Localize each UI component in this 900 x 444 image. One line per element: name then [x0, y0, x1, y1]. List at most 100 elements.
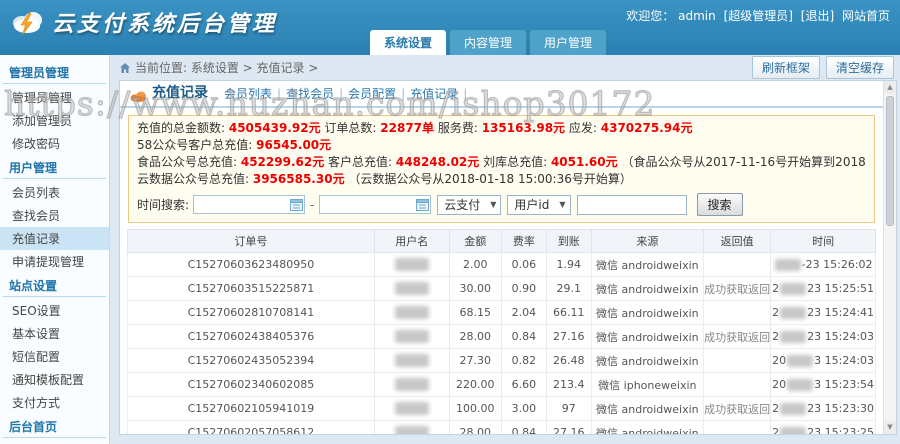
sidebar-item[interactable]: 后台首页: [0, 440, 109, 444]
vertical-scrollbar[interactable]: ▲ ▼: [883, 81, 896, 434]
username-cell: [373, 276, 450, 301]
scrollbar-thumb[interactable]: [886, 96, 894, 226]
sidebar-item[interactable]: 基本设置: [0, 322, 109, 345]
sidebar-item[interactable]: 添加管理员: [0, 109, 109, 132]
rate-cell: 3.00: [500, 396, 547, 421]
received-cell: 66.11: [545, 300, 592, 325]
received-cell: 213.4: [545, 372, 592, 397]
sidebar-item[interactable]: 会员列表: [0, 181, 109, 204]
redacted-username: [394, 306, 429, 320]
stat-label: 订单总数:: [320, 121, 381, 135]
current-username: admin: [678, 9, 716, 23]
redacted-username: [394, 258, 429, 272]
sidebar-item[interactable]: 管理员管理: [0, 86, 109, 109]
notice-line: 58公众号客户总充值: 96545.00元: [137, 137, 866, 154]
username-cell: [373, 372, 450, 397]
redacted-username: [394, 378, 429, 392]
username-cell: [373, 348, 450, 373]
nav-tab[interactable]: 内容管理: [450, 30, 527, 55]
sidebar-item[interactable]: 查找会员: [0, 204, 109, 227]
time-suffix: 23 15:25:51: [807, 282, 875, 295]
stat-value: 22877单: [380, 121, 435, 135]
date-from-input[interactable]: [192, 195, 305, 214]
received-cell: 26.48: [545, 348, 592, 373]
source-cell: 微信 androidweixin: [590, 348, 704, 373]
search-field-select[interactable]: 用户id ▼: [507, 194, 571, 215]
column-header: 用户名: [373, 229, 450, 253]
separator: |: [339, 86, 344, 101]
table-row: C15270603623480950 2.00 0.06 1.94 微信 android…: [127, 252, 876, 277]
sidebar-item[interactable]: 短信配置: [0, 345, 109, 368]
source-cell: 微信 androidweixin: [590, 276, 704, 301]
time-cell: -23 15:26:02: [770, 252, 876, 277]
time-prefix: 2: [772, 330, 780, 343]
sidebar-item[interactable]: 申请提现管理: [0, 250, 109, 273]
sub-link[interactable]: 会员列表: [224, 85, 272, 102]
source-cell: 微信 androidweixin: [590, 252, 704, 277]
stat-label: 云数据公众号总充值:: [137, 172, 253, 186]
calendar-icon[interactable]: [289, 198, 303, 211]
nav-tab[interactable]: 系统设置: [370, 30, 447, 55]
content-panel: 充值记录 会员列表 | 查找会员 | 会员配置 | 充值记录 | 充值的总金额数: 45054…: [119, 80, 897, 435]
stat-label: （云数据公众号从2018-01-18 15:00:36号开始算）: [344, 172, 632, 186]
order-no-cell: C15270603623480950: [127, 252, 375, 277]
received-cell: 27.16: [545, 420, 592, 434]
username-cell: [373, 324, 450, 349]
table-row: C15270602105941019 100.00 3.00 97 微信 android…: [127, 396, 876, 421]
notice-line: 云数据公众号总充值: 3956585.30元 （云数据公众号从2018-01-1…: [137, 171, 866, 188]
redacted-username: [394, 282, 429, 296]
time-cell: 20 3 15:23:54: [770, 372, 876, 397]
return-cell: 成功获取返回: [702, 324, 772, 349]
sidebar-item[interactable]: 修改密码: [0, 132, 109, 155]
sub-link[interactable]: 充值记录: [410, 85, 458, 102]
logout-link[interactable]: [退出]: [801, 9, 834, 23]
sidebar-item[interactable]: SEO设置: [0, 299, 109, 322]
gateway-select[interactable]: 云支付 ▼: [437, 194, 502, 215]
calendar-icon[interactable]: [416, 198, 430, 211]
scroll-down-arrow-icon[interactable]: ▼: [884, 421, 896, 434]
role-link[interactable]: [超级管理员]: [724, 9, 793, 23]
amount-cell: 28.00: [448, 324, 502, 349]
clear-cache-button[interactable]: 清空缓存: [825, 56, 894, 79]
username-cell: [373, 420, 450, 434]
sidebar-item[interactable]: 通知模板配置: [0, 368, 109, 391]
time-prefix: 2: [772, 426, 780, 434]
return-cell: [702, 420, 772, 434]
sidebar-item[interactable]: 支付方式: [0, 391, 109, 414]
rate-cell: 0.06: [500, 252, 547, 277]
scroll-up-arrow-icon[interactable]: ▲: [884, 81, 896, 94]
source-cell: 微信 iphoneweixin: [590, 372, 704, 397]
refresh-frame-button[interactable]: 刷新框架: [751, 56, 820, 79]
rate-cell: 0.84: [500, 420, 547, 434]
time-prefix: 2: [772, 282, 780, 295]
sidebar-section-title: 站点设置: [3, 274, 106, 297]
column-header: 来源: [590, 229, 704, 253]
search-button[interactable]: 搜索: [696, 193, 743, 216]
rate-cell: 0.84: [500, 324, 547, 349]
stat-value: 4370275.94元: [600, 121, 693, 135]
redacted-date: [774, 259, 801, 271]
stat-label: （食品公众号从2017-11-16号开始算到2018-01-18 15:00:3…: [621, 155, 866, 169]
breadcrumb: 当前位置: 系统设置 > 充值记录 >: [135, 61, 319, 75]
time-search-label: 时间搜索:: [137, 198, 190, 212]
time-cell: 2 23 15:24:03: [770, 324, 876, 349]
time-cell: 20 3 15:24:03: [770, 348, 876, 373]
search-keyword-input[interactable]: [576, 194, 687, 215]
source-cell: 微信 androidweixin: [590, 396, 704, 421]
sidebar-item[interactable]: 充值记录: [0, 227, 109, 250]
separator: |: [463, 86, 468, 101]
sub-link[interactable]: 会员配置: [348, 85, 396, 102]
redacted-username: [394, 426, 429, 434]
main-content: 当前位置: 系统设置 > 充值记录 > 刷新框架 清空缓存 充值记录 会员列表 |…: [111, 55, 900, 444]
nav-tab[interactable]: 用户管理: [530, 30, 607, 55]
date-to-input[interactable]: [319, 195, 432, 214]
stat-value: 96545.00元: [256, 138, 332, 152]
username-cell: [373, 396, 450, 421]
welcome-prefix: 欢迎您：: [626, 9, 675, 23]
breadcrumb-row: 当前位置: 系统设置 > 充值记录 > 刷新框架 清空缓存: [111, 55, 900, 79]
sub-link[interactable]: 查找会员: [286, 85, 334, 102]
sidebar-section-title: 管理员管理: [3, 61, 106, 84]
site-home-link[interactable]: 网站首页: [842, 9, 890, 23]
column-header: 返回值: [702, 229, 772, 253]
filter-row: 时间搜索: - 云支付 ▼ 用户id ▼ 搜索: [137, 193, 866, 216]
